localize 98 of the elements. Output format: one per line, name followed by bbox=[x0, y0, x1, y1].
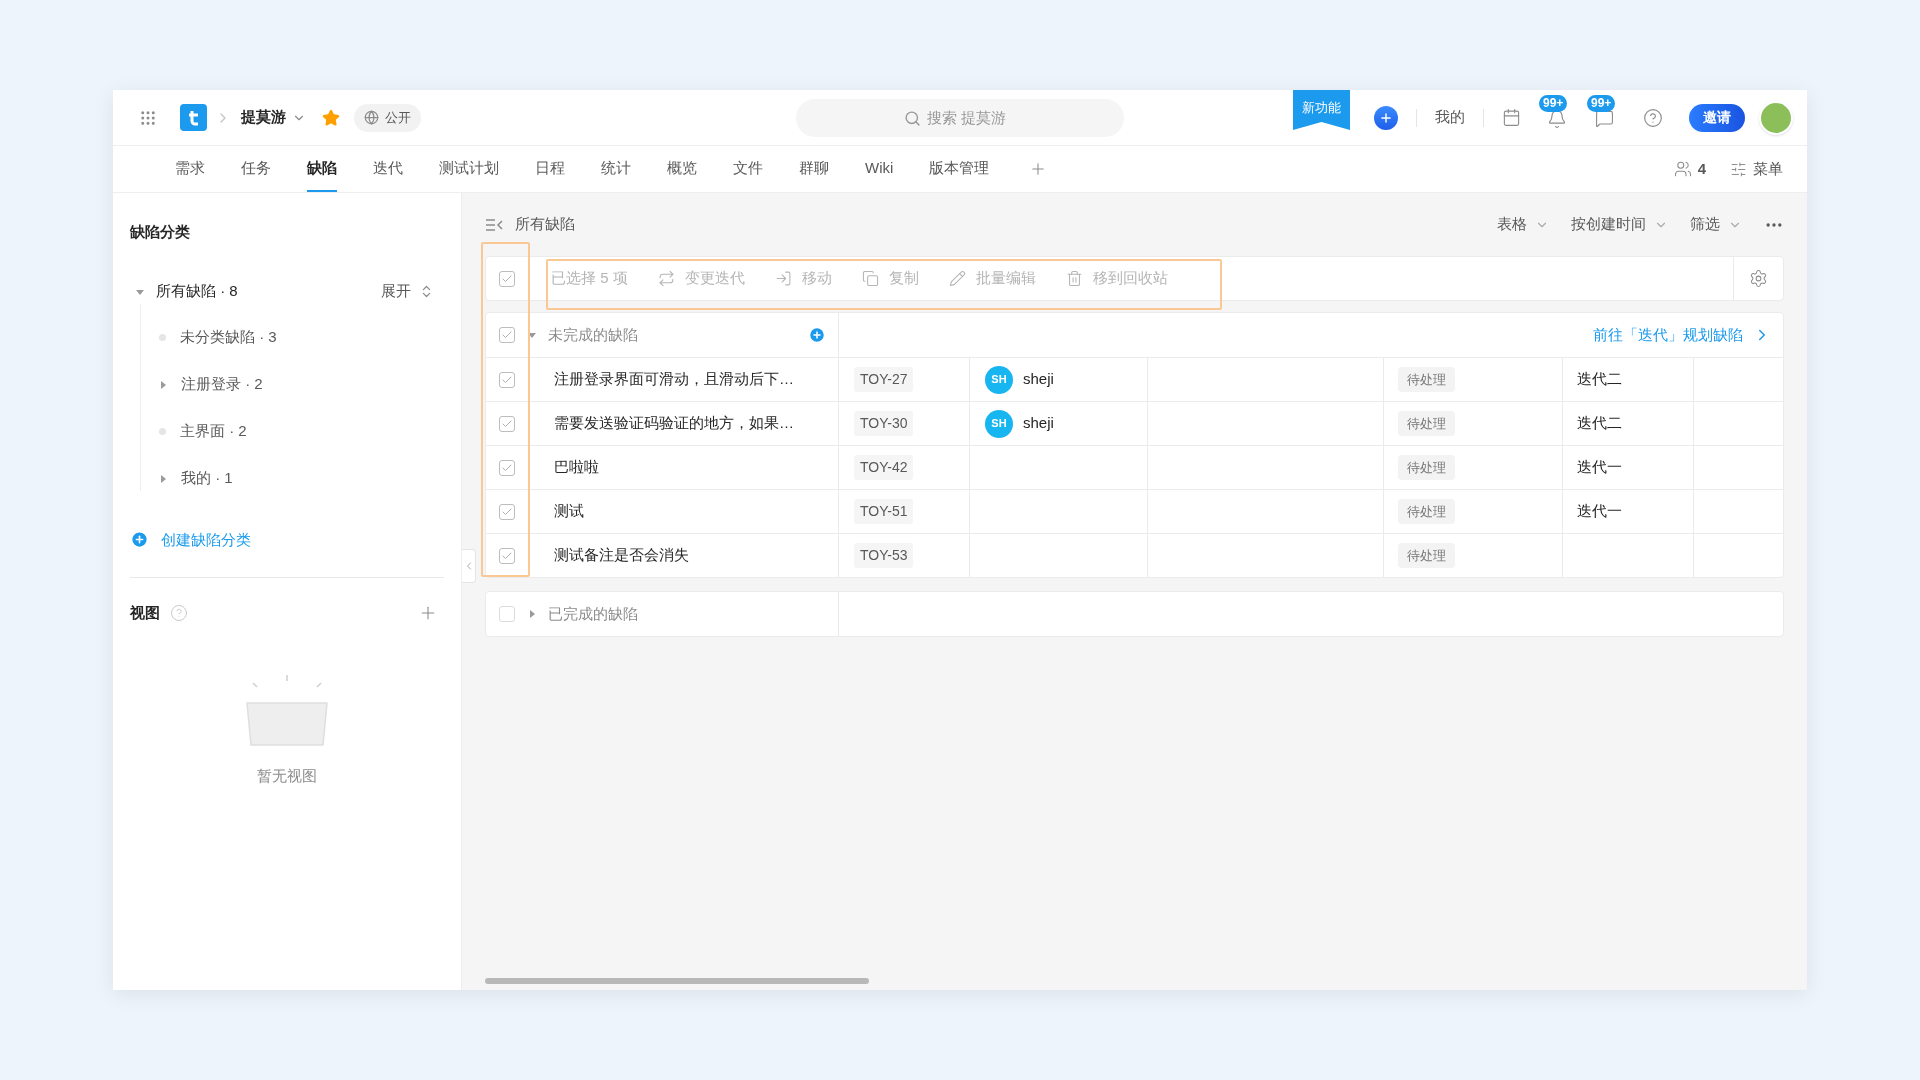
bug-title[interactable]: 注册登录界面可滑动，且滑动后下… bbox=[554, 368, 794, 391]
project-logo bbox=[180, 104, 207, 131]
visibility-pill[interactable]: 公开 bbox=[354, 103, 421, 132]
bug-title[interactable]: 测试备注是否会消失 bbox=[554, 544, 689, 567]
caret-icon[interactable] bbox=[159, 474, 167, 483]
id-tag: TOY-27 bbox=[854, 367, 914, 392]
member-count[interactable]: 4 bbox=[1697, 157, 1706, 181]
status-tag: 待处理 bbox=[1398, 454, 1455, 481]
repeat-icon bbox=[657, 270, 675, 287]
status-tag: 待处理 bbox=[1398, 366, 1455, 393]
help-icon[interactable] bbox=[170, 604, 188, 623]
apps-grid-icon[interactable] bbox=[139, 108, 157, 127]
add-button[interactable] bbox=[1374, 105, 1398, 130]
nav-tab[interactable]: 任务 bbox=[241, 146, 271, 192]
id-tag: TOY-42 bbox=[854, 455, 914, 480]
move-icon bbox=[774, 270, 792, 287]
checkbox[interactable] bbox=[499, 459, 515, 476]
calendar-icon[interactable] bbox=[1502, 108, 1521, 127]
page-title: 所有缺陷 bbox=[515, 214, 575, 235]
tree-item[interactable]: 所有缺陷 · 8 bbox=[156, 280, 238, 303]
menu-link[interactable]: 菜单 bbox=[1753, 157, 1783, 181]
dropdown-button[interactable]: 按创建时间 bbox=[1571, 213, 1668, 236]
search-icon bbox=[903, 109, 921, 127]
caret-icon[interactable] bbox=[136, 287, 144, 296]
id-tag: TOY-51 bbox=[854, 499, 914, 524]
nav-tab[interactable]: 测试计划 bbox=[439, 146, 499, 192]
collapse-list-icon[interactable] bbox=[485, 217, 505, 232]
nav-tab[interactable]: 统计 bbox=[601, 146, 631, 192]
plus-circle-icon bbox=[130, 530, 149, 550]
caret-icon[interactable] bbox=[528, 331, 536, 339]
tree-item[interactable]: 注册登录 · 2 bbox=[181, 373, 263, 396]
nav-tab[interactable]: 版本管理 bbox=[929, 146, 990, 192]
nav-tab[interactable]: 迭代 bbox=[373, 146, 403, 192]
bug-title[interactable]: 巴啦啦 bbox=[554, 456, 599, 479]
avatar[interactable] bbox=[1759, 100, 1793, 135]
check-icon bbox=[501, 329, 513, 341]
sliders-icon[interactable] bbox=[1730, 160, 1747, 178]
tree-item[interactable]: 未分类缺陷 · 3 bbox=[180, 326, 277, 349]
my-link[interactable]: 我的 bbox=[1435, 106, 1465, 129]
assignee-avatar: SH bbox=[985, 365, 1013, 394]
checkbox[interactable] bbox=[499, 371, 515, 388]
group-title[interactable]: 未完成的缺陷 bbox=[548, 323, 638, 347]
checkbox[interactable] bbox=[499, 606, 515, 622]
expand-button[interactable]: 展开 bbox=[381, 280, 434, 303]
project-name[interactable]: 提莫游 bbox=[241, 106, 286, 129]
iteration-name: 迭代二 bbox=[1577, 413, 1622, 434]
caret-icon[interactable] bbox=[159, 380, 167, 389]
settings-icon[interactable] bbox=[1749, 269, 1768, 288]
nav-tab[interactable]: 群聊 bbox=[799, 146, 829, 192]
views-title: 视图 bbox=[130, 603, 160, 623]
plus-icon bbox=[1379, 110, 1393, 125]
status-tag: 待处理 bbox=[1398, 542, 1455, 569]
assignee-avatar: SH bbox=[985, 409, 1013, 438]
star-icon[interactable] bbox=[322, 108, 340, 127]
iteration-name: 迭代一 bbox=[1577, 457, 1622, 478]
tree-item[interactable]: 我的 · 1 bbox=[181, 467, 233, 490]
id-tag: TOY-30 bbox=[854, 411, 914, 436]
nav-tab[interactable]: 缺陷 bbox=[307, 146, 337, 192]
nav-tab[interactable]: 文件 bbox=[733, 146, 763, 192]
add-icon[interactable] bbox=[808, 326, 826, 344]
trash-icon bbox=[1065, 270, 1083, 287]
status-tag: 待处理 bbox=[1398, 498, 1455, 525]
iteration-name: 迭代一 bbox=[1577, 501, 1622, 522]
nav-tab[interactable]: Wiki bbox=[865, 146, 894, 192]
dropdown-button[interactable]: 筛选 bbox=[1690, 213, 1742, 236]
nav-tab[interactable]: 需求 bbox=[175, 146, 205, 192]
help-icon[interactable] bbox=[1643, 107, 1663, 128]
globe-icon bbox=[364, 110, 379, 125]
selection-count: 已选择 5 项 bbox=[551, 268, 628, 289]
assignee-name: sheji bbox=[1023, 413, 1054, 434]
copy-icon bbox=[861, 270, 879, 287]
invite-button[interactable]: 邀请 bbox=[1689, 103, 1745, 132]
group-title[interactable]: 已完成的缺陷 bbox=[548, 602, 638, 626]
message-badge: 99+ bbox=[1587, 94, 1616, 112]
pencil-icon bbox=[948, 270, 966, 287]
search-field[interactable]: 搜索 提莫游 bbox=[796, 99, 1124, 137]
iteration-name: 迭代二 bbox=[1577, 369, 1622, 390]
notification-badge: 99+ bbox=[1539, 94, 1568, 112]
status-tag: 待处理 bbox=[1398, 410, 1455, 437]
bug-title[interactable]: 测试 bbox=[554, 500, 584, 523]
checkbox[interactable] bbox=[499, 547, 515, 564]
checkbox[interactable] bbox=[499, 270, 515, 287]
caret-icon[interactable] bbox=[528, 610, 536, 618]
checkbox[interactable] bbox=[499, 327, 515, 343]
sidebar-title: 缺陷分类 bbox=[130, 222, 191, 242]
members-icon[interactable] bbox=[1673, 160, 1692, 178]
id-tag: TOY-53 bbox=[854, 543, 914, 568]
search-input[interactable]: 搜索 提莫游 bbox=[926, 106, 1017, 130]
collapse-handle[interactable] bbox=[462, 549, 476, 583]
tree-item[interactable]: 主界面 · 2 bbox=[180, 420, 247, 443]
checkbox[interactable] bbox=[499, 503, 515, 520]
checkbox[interactable] bbox=[499, 415, 515, 432]
assignee-name: sheji bbox=[1023, 369, 1054, 390]
dropdown-button[interactable]: 表格 bbox=[1497, 213, 1549, 236]
nav-tab[interactable]: 日程 bbox=[535, 146, 565, 192]
bug-title[interactable]: 需要发送验证码验证的地方，如果… bbox=[554, 412, 794, 435]
empty-text: 暂无视图 bbox=[257, 765, 317, 786]
nav-tab[interactable]: 概览 bbox=[667, 146, 697, 192]
